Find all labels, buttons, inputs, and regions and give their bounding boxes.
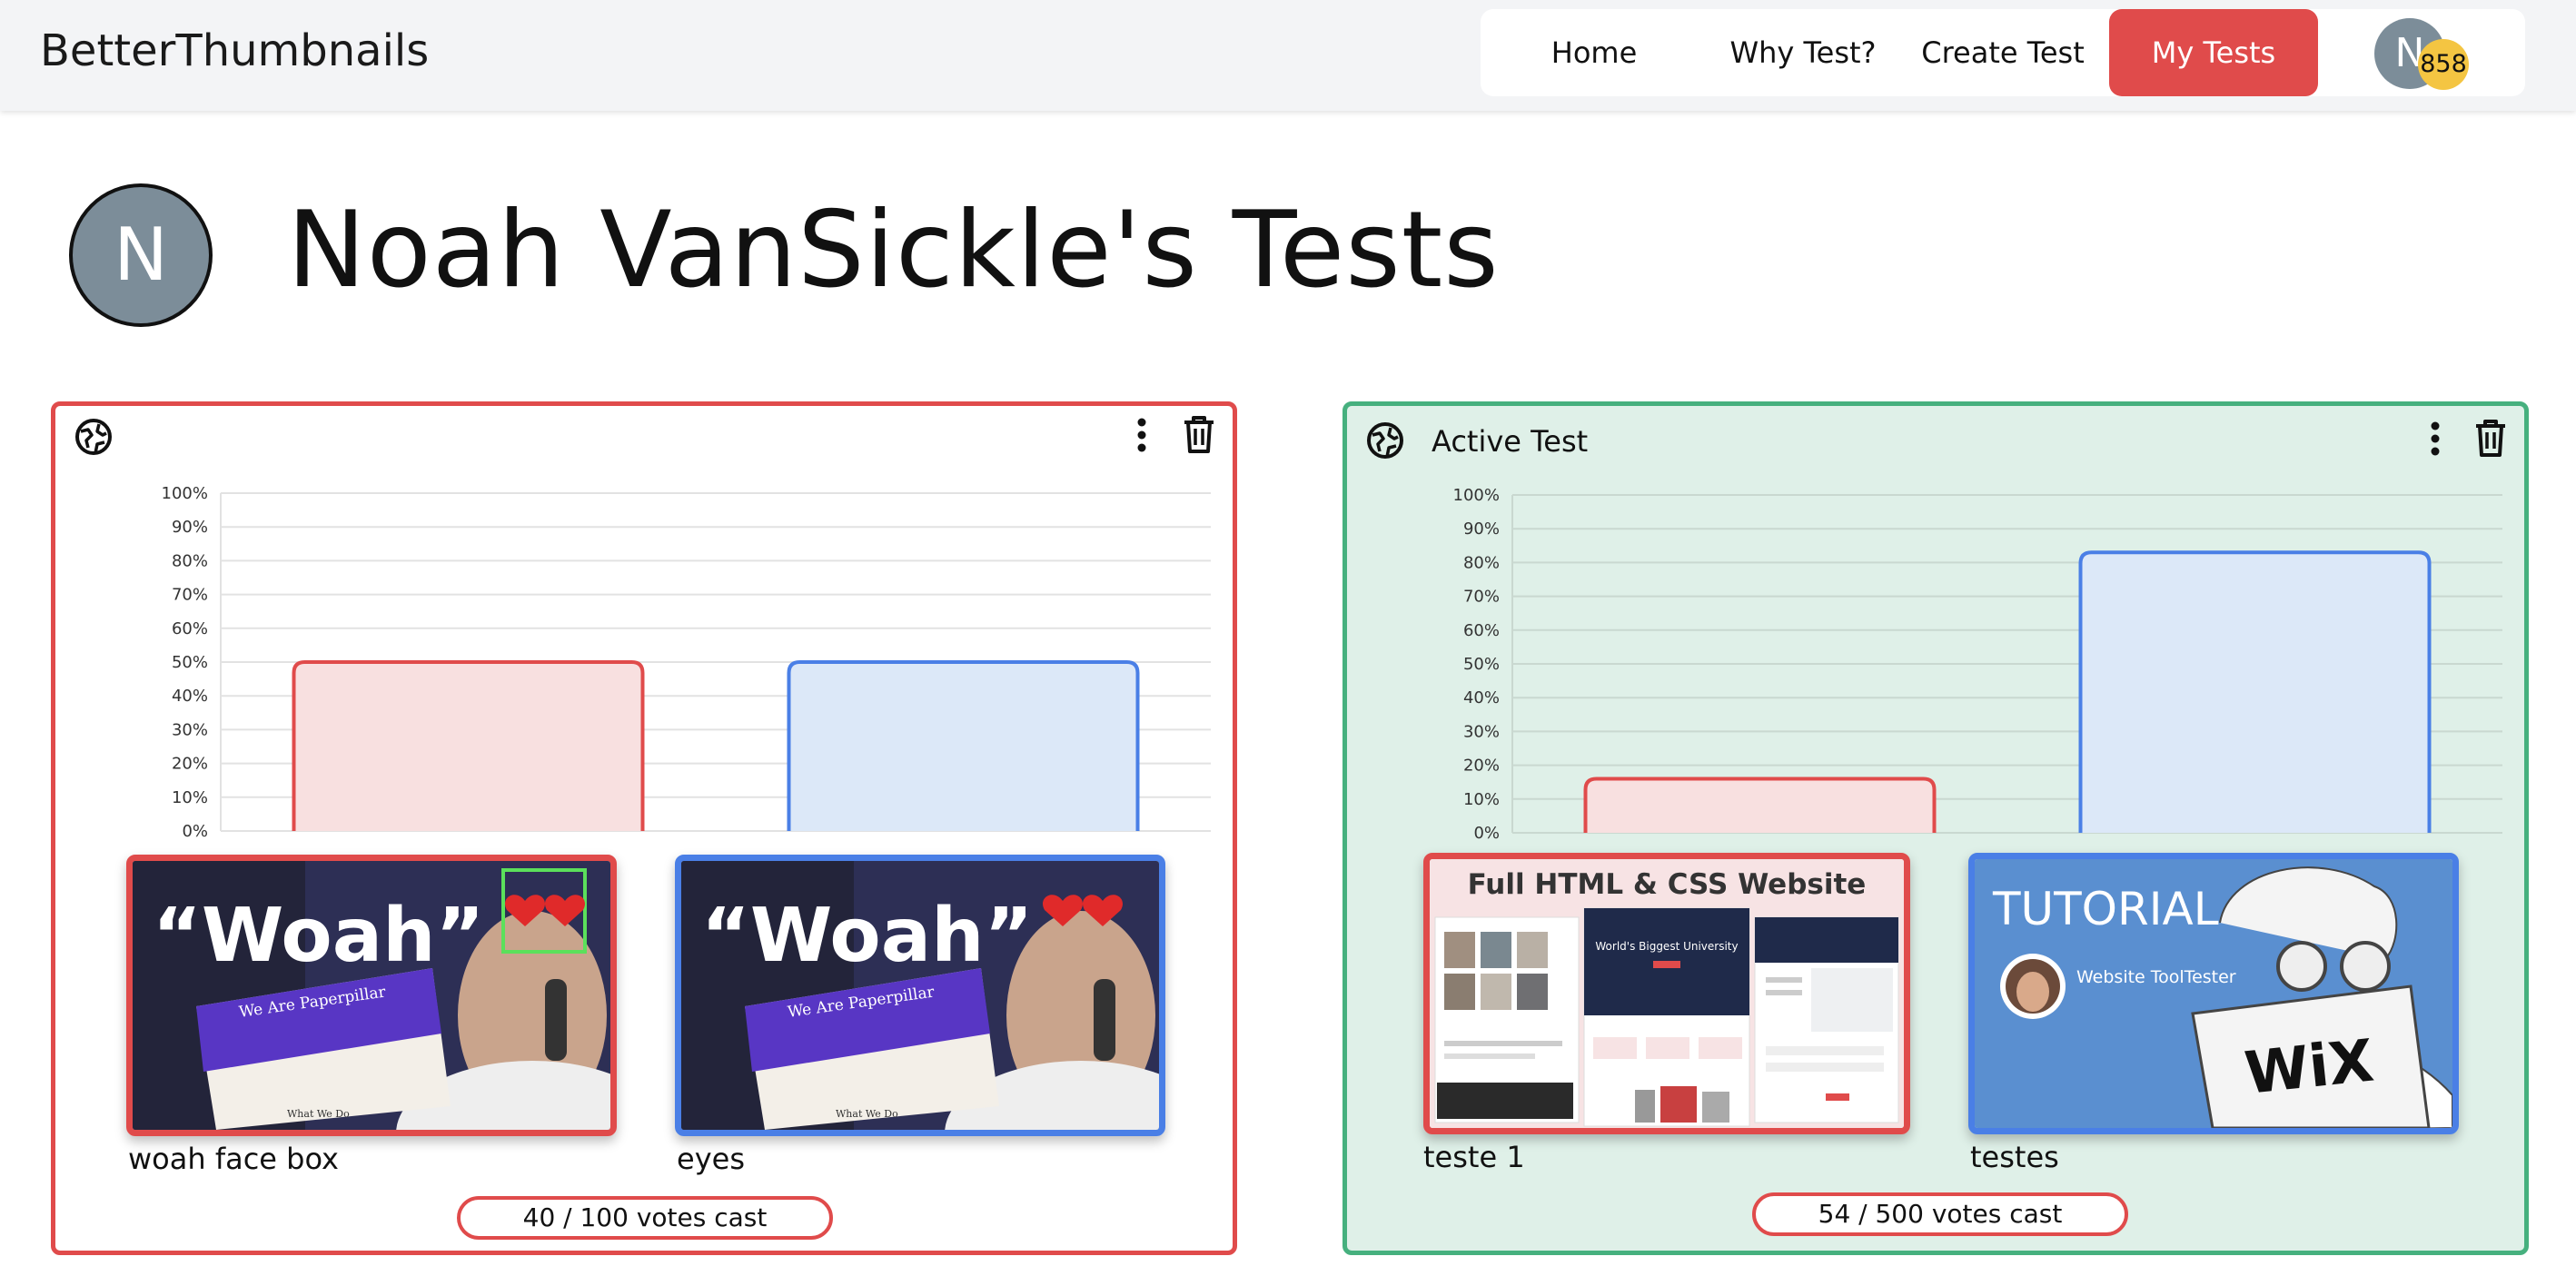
vote-chart: 0% 10% 20% 30% 40% 50% 60% 70% 80% 90% 100% — [162, 484, 1211, 841]
thumbnail-subtitle: Website ToolTester — [2076, 967, 2236, 987]
page-title: Noah VanSickle's Tests — [287, 189, 1500, 312]
points-badge: 858 — [2418, 39, 2469, 90]
y-tick-label: 70% — [1463, 588, 1500, 607]
test-card: 0% 10% 20% 30% 40% 50% 60% 70% 80% 90% 100% “Woah”… — [51, 401, 1237, 1255]
y-tick-label: 40% — [172, 687, 208, 706]
y-tick-label: 0% — [1473, 824, 1500, 843]
globe-icon[interactable] — [1365, 420, 1405, 460]
vote-chart: 0% 10% 20% 30% 40% 50% 60% 70% 80% 90% 100% — [1453, 486, 2502, 843]
y-tick-label: 30% — [172, 720, 208, 739]
y-tick-label: 30% — [1463, 722, 1500, 741]
trash-icon[interactable] — [2473, 419, 2508, 459]
thumbnail-footer: What We Do — [287, 1108, 350, 1120]
thumbnail-option-b[interactable]: “Woah” We Are Paperpillar What We Do — [675, 855, 1165, 1136]
y-tick-label: 80% — [1463, 553, 1500, 572]
thumbnail-image: “Woah” We Are Paperpillar What We Do — [133, 861, 610, 1130]
profile-avatar: N — [69, 183, 213, 327]
thumbnail-image: Full HTML & CSS Website World's Biggest … — [1430, 859, 1904, 1128]
more-options-icon[interactable] — [2428, 420, 2442, 457]
thumbnail-option-a[interactable]: Full HTML & CSS Website World's Biggest … — [1423, 853, 1910, 1134]
y-tick-label: 60% — [172, 619, 208, 638]
thumbnail-label: eyes — [677, 1142, 745, 1176]
thumbnail-image: “Woah” We Are Paperpillar What We Do — [681, 861, 1159, 1130]
nav-create-test[interactable]: Create Test — [1898, 9, 2107, 96]
y-tick-label: 90% — [1463, 519, 1500, 539]
bar-a — [292, 660, 645, 831]
trash-icon[interactable] — [1182, 415, 1216, 455]
thumbnail-footer: WiX — [2242, 1027, 2377, 1107]
thumbnail-text: “Woah” — [153, 893, 484, 979]
thumbnail-label: teste 1 — [1423, 1140, 1525, 1174]
votes-cast-pill: 40 / 100 votes cast — [457, 1196, 833, 1240]
thumbnail-label: woah face box — [128, 1142, 339, 1176]
bar-b — [2078, 550, 2432, 833]
y-tick-label: 60% — [1463, 621, 1500, 640]
bar-a — [1583, 777, 1937, 833]
y-tick-label: 10% — [172, 788, 208, 807]
thumbnail-text: Full HTML & CSS Website — [1468, 868, 1867, 901]
nav-why-test[interactable]: Why Test? — [1708, 9, 1898, 96]
more-options-icon[interactable] — [1134, 417, 1149, 453]
y-tick-label: 90% — [172, 518, 208, 537]
brand-logo[interactable]: BetterThumbnails — [40, 25, 429, 76]
y-tick-label: 100% — [1453, 486, 1500, 505]
y-tick-label: 40% — [1463, 688, 1500, 707]
thumbnail-option-b[interactable]: TUTORIAL Website ToolTester WiX — [1968, 853, 2459, 1134]
y-tick-label: 10% — [1463, 790, 1500, 809]
thumbnail-option-a[interactable]: “Woah” We Are Paperpillar What We Do — [126, 855, 617, 1136]
y-tick-label: 80% — [172, 551, 208, 570]
y-tick-label: 20% — [1463, 757, 1500, 776]
votes-cast-pill: 54 / 500 votes cast — [1752, 1192, 2128, 1236]
top-navbar: BetterThumbnails Home Why Test? Create T… — [0, 0, 2576, 111]
active-test-label: Active Test — [1432, 424, 1589, 459]
bar-b — [787, 660, 1140, 831]
thumbnail-text: “Woah” — [701, 893, 1033, 979]
thumbnail-image: TUTORIAL Website ToolTester WiX — [1975, 859, 2452, 1128]
thumbnail-text: TUTORIAL — [1992, 883, 2219, 935]
globe-icon[interactable] — [74, 417, 114, 457]
y-tick-label: 50% — [172, 653, 208, 672]
y-tick-label: 50% — [1463, 655, 1500, 674]
thumbnail-subtitle: World's Biggest University — [1595, 940, 1738, 953]
y-tick-label: 70% — [172, 586, 208, 605]
active-test-card: Active Test 0% 10% 20% 30% 40% 50% 60% 70% 80% 90… — [1342, 401, 2529, 1255]
y-tick-label: 100% — [162, 484, 208, 503]
y-tick-label: 0% — [182, 822, 208, 841]
nav-home[interactable]: Home — [1481, 9, 1708, 96]
nav-my-tests[interactable]: My Tests — [2109, 9, 2318, 96]
thumbnail-label: testes — [1970, 1140, 2059, 1174]
y-tick-label: 20% — [172, 755, 208, 774]
thumbnail-footer: What We Do — [836, 1108, 898, 1120]
